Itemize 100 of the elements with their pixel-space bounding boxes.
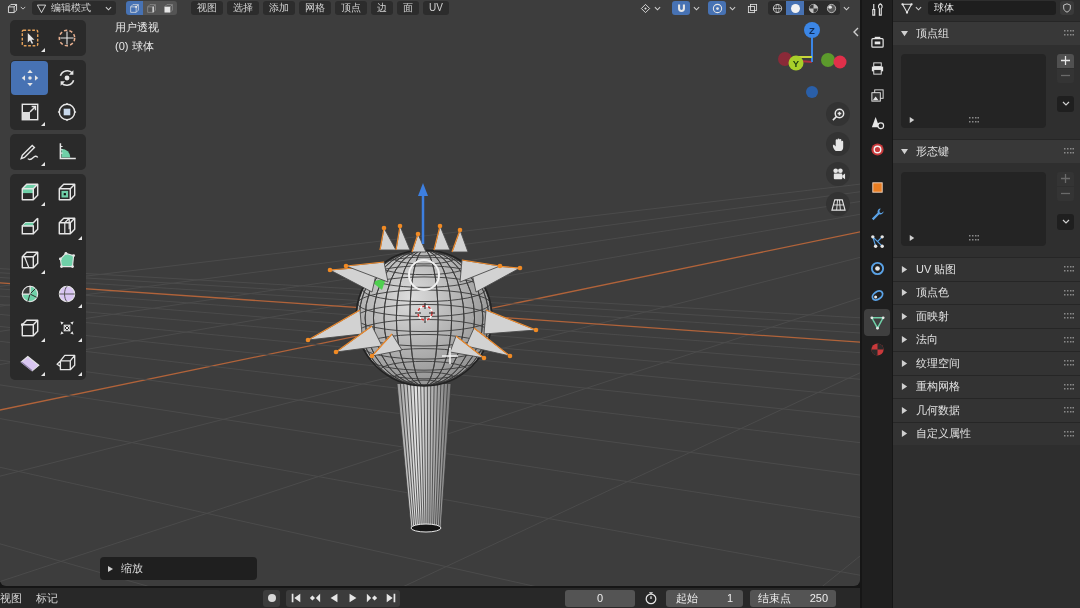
- menu-button[interactable]: 添加: [263, 1, 295, 15]
- panel-header[interactable]: UV 贴图: [893, 257, 1080, 281]
- menu-button[interactable]: 边: [371, 1, 393, 15]
- framed-square-icon: [869, 180, 885, 195]
- menu-button[interactable]: 网格: [299, 1, 331, 15]
- properties-tab[interactable]: [864, 309, 890, 336]
- cube-corner-icon: [129, 2, 140, 14]
- caret-icon: [843, 5, 850, 11]
- data-name-field[interactable]: 球体: [928, 1, 1056, 15]
- shading-mode-button[interactable]: [786, 1, 804, 15]
- ring-dot-icon: [869, 261, 885, 276]
- tilted-ring-icon: [869, 288, 885, 303]
- object-info-label: (0) 球体: [115, 39, 154, 53]
- panel-header[interactable]: 重构网格: [893, 374, 1080, 398]
- drag-grip-icon: [1064, 148, 1074, 155]
- panel-header[interactable]: 自定义属性: [893, 421, 1080, 445]
- proportional-edit-toggle[interactable]: [708, 1, 726, 15]
- snap-toggle[interactable]: [672, 1, 690, 15]
- z-axis-button[interactable]: Z: [804, 22, 820, 38]
- panel-header[interactable]: 法向: [893, 327, 1080, 351]
- drag-grip-icon: [1064, 289, 1074, 296]
- drag-grip-icon: [968, 116, 979, 123]
- end-frame-field[interactable]: 结束点 250: [750, 589, 836, 607]
- select-mode-button[interactable]: [143, 1, 160, 15]
- menu-button[interactable]: 顶点: [335, 1, 367, 15]
- drag-grip-icon: [968, 234, 979, 241]
- drag-grip-icon: [1064, 336, 1074, 343]
- panel-header[interactable]: 几何数据: [893, 398, 1080, 422]
- start-frame-field[interactable]: 起始 1: [666, 589, 743, 607]
- wrench-icon: [869, 207, 885, 222]
- connected-nodes-icon: [869, 234, 885, 249]
- solid-sphere-icon: [789, 2, 801, 14]
- negative-y-axis-button[interactable]: [821, 53, 835, 67]
- shading-mode-button[interactable]: [822, 1, 840, 15]
- drag-grip-icon: [1064, 430, 1074, 437]
- select-mode-button[interactable]: [160, 1, 177, 15]
- triangle-vertices-icon: [901, 2, 913, 14]
- zoom-in-icon: [830, 106, 846, 122]
- z-move-arrow[interactable]: [418, 183, 428, 244]
- skip-end-icon: [384, 592, 397, 604]
- camera-icon: [869, 34, 885, 49]
- data-type-dropdown[interactable]: [899, 1, 924, 15]
- skip-start-icon: [289, 592, 302, 604]
- list-menu-button[interactable]: [1057, 95, 1074, 112]
- caret-icon: [915, 5, 922, 11]
- current-frame-field[interactable]: 0: [565, 589, 635, 607]
- triangle-vertices-icon: [869, 315, 885, 330]
- panel-header[interactable]: 顶点组: [893, 21, 1080, 45]
- negative-x-axis-button[interactable]: [833, 55, 847, 69]
- pivot-diamond-icon: [640, 2, 651, 14]
- camera-view-button[interactable]: [826, 162, 850, 186]
- menu-button[interactable]: 选择: [227, 1, 259, 15]
- collapse-chevron-icon: [853, 27, 859, 37]
- panel-header[interactable]: 顶点色: [893, 280, 1080, 304]
- x-axis-button[interactable]: [778, 52, 792, 66]
- drag-grip-icon: [1064, 266, 1074, 273]
- panel-header[interactable]: 纹理空间: [893, 351, 1080, 375]
- operator-panel[interactable]: 缩放: [100, 557, 257, 580]
- menu-button[interactable]: 视图: [0, 592, 22, 604]
- drag-grip-icon: [1064, 383, 1074, 390]
- menu-button[interactable]: UV: [423, 1, 449, 15]
- layered-squares-icon: [746, 2, 758, 14]
- mode-label: 编辑模式: [51, 3, 91, 13]
- cube-outline-icon: [6, 1, 19, 15]
- caret-icon: [1061, 219, 1070, 224]
- diamond-left-arrow-icon: [308, 592, 321, 604]
- drag-grip-icon: [1064, 407, 1074, 414]
- caret-icon: [1061, 101, 1070, 106]
- gizmo-ring-icon[interactable]: [408, 259, 440, 291]
- cube-face-icon: [163, 2, 174, 14]
- panel-header[interactable]: 形态键: [893, 139, 1080, 163]
- zoom-button[interactable]: [826, 102, 850, 126]
- wire-sphere-icon: [771, 2, 783, 14]
- list-menu-button[interactable]: [1057, 213, 1074, 230]
- stacked-images-icon: [869, 88, 885, 103]
- screwdriver-wrench-icon: [869, 1, 885, 17]
- record-button[interactable]: [263, 589, 280, 607]
- caret-icon: [20, 6, 26, 10]
- lit-sphere-icon: [825, 2, 837, 14]
- mode-dropdown[interactable]: 编辑模式: [32, 1, 116, 15]
- shading-mode-button[interactable]: [804, 1, 822, 15]
- shield-icon: [1062, 3, 1072, 13]
- menu-button[interactable]: 标记: [36, 592, 58, 604]
- panel-header[interactable]: 面映射: [893, 304, 1080, 328]
- cursor-crosshair-icon: [414, 302, 436, 324]
- triangle-outline-icon: [36, 2, 47, 14]
- hand-icon: [830, 136, 846, 152]
- menu-button[interactable]: 面: [397, 1, 419, 15]
- caret-icon: [105, 5, 112, 11]
- projection-toggle-button[interactable]: [826, 192, 850, 216]
- menu-button[interactable]: 视图: [191, 1, 223, 15]
- pan-button[interactable]: [826, 132, 850, 156]
- select-mode-button[interactable]: [126, 1, 143, 15]
- add-button[interactable]: [1057, 53, 1074, 68]
- collapsed-arrow-icon: [909, 116, 915, 123]
- y-axis-button[interactable]: Y: [788, 55, 804, 71]
- fake-user-button[interactable]: [1060, 1, 1074, 15]
- shading-mode-button[interactable]: [768, 1, 786, 15]
- plus-icon: [1061, 56, 1070, 65]
- view-name-label: 用户透视: [115, 20, 159, 34]
